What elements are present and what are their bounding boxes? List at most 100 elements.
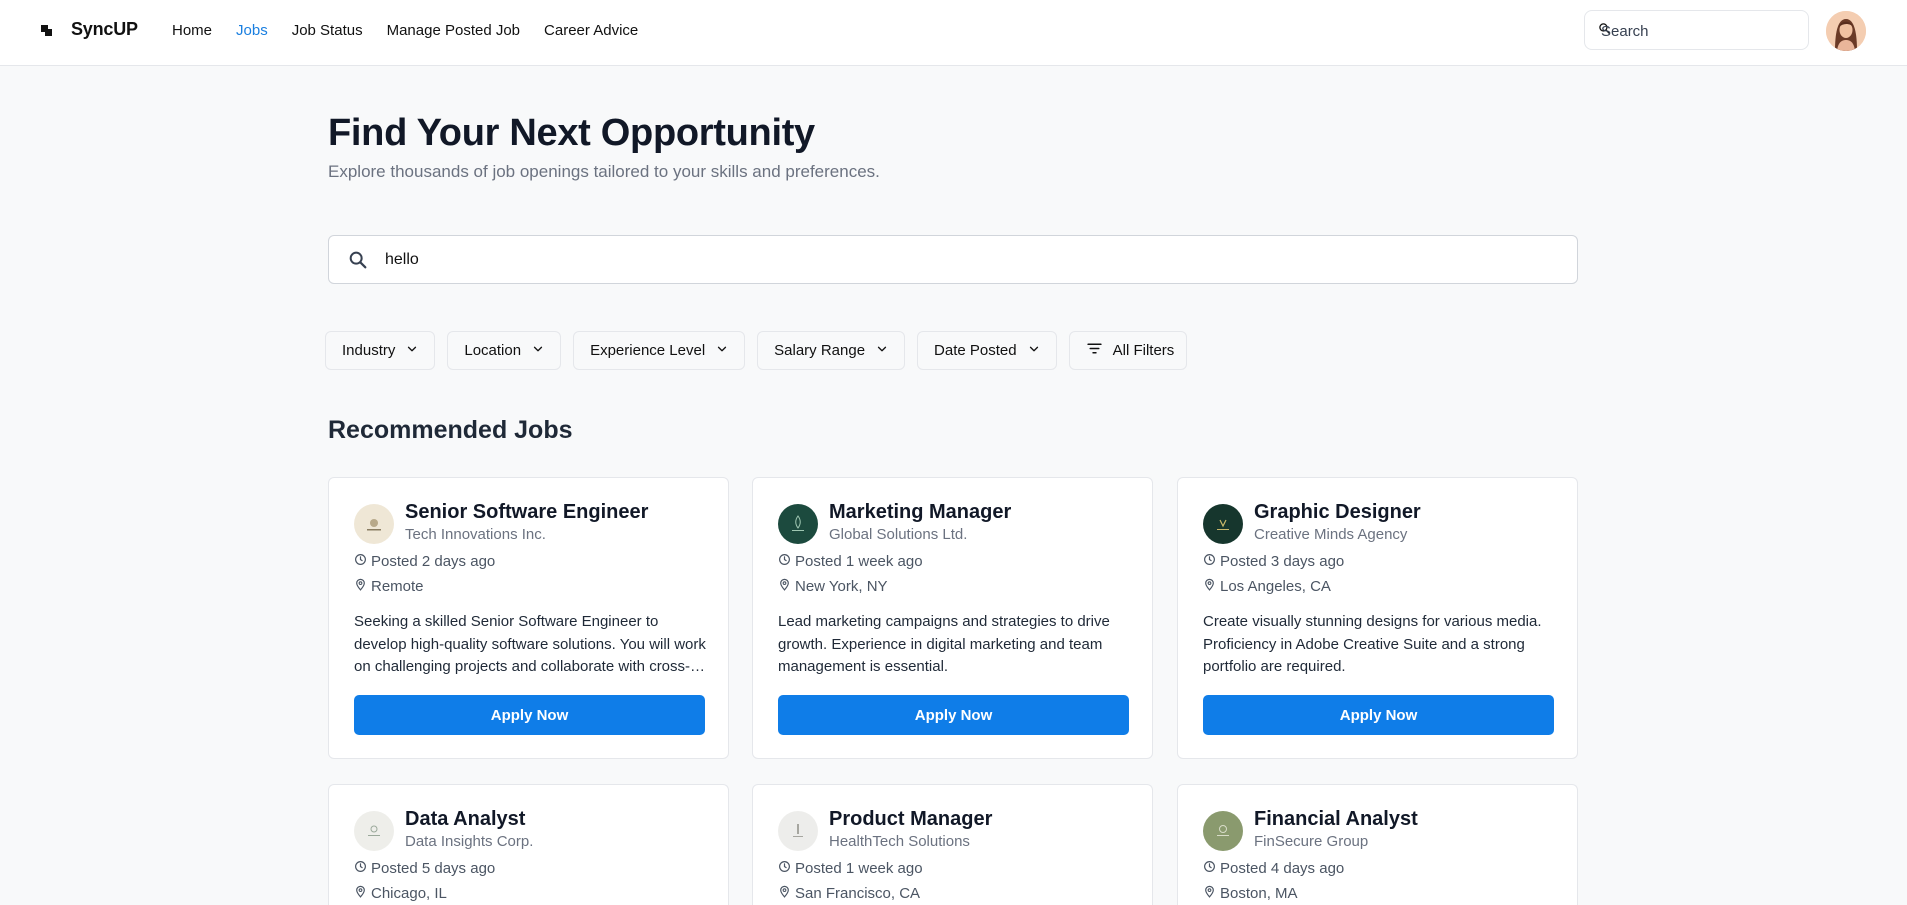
header-search bbox=[1584, 10, 1809, 50]
job-card: Product Manager HealthTech Solutions Pos… bbox=[752, 784, 1153, 905]
job-location: Boston, MA bbox=[1203, 885, 1298, 902]
company-name: Tech Innovations Inc. bbox=[405, 526, 546, 543]
job-posted-date: Posted 2 days ago bbox=[354, 553, 495, 570]
company-name: Global Solutions Ltd. bbox=[829, 526, 968, 543]
job-search-input[interactable] bbox=[385, 249, 1535, 271]
filter-label: Date Posted bbox=[934, 342, 1017, 359]
page-title: Find Your Next Opportunity bbox=[328, 112, 815, 154]
clock-icon bbox=[354, 860, 367, 877]
job-posted-date: Posted 1 week ago bbox=[778, 860, 923, 877]
clock-icon bbox=[1203, 860, 1216, 877]
company-logo bbox=[778, 504, 818, 544]
chevron-down-icon bbox=[405, 342, 419, 360]
map-pin-icon bbox=[778, 578, 791, 595]
clock-icon bbox=[778, 860, 791, 877]
clock-icon bbox=[778, 553, 791, 570]
search-icon bbox=[347, 249, 369, 276]
job-title[interactable]: Financial Analyst bbox=[1254, 808, 1418, 831]
filter-salary-range[interactable]: Salary Range bbox=[757, 331, 906, 370]
posted-text: Posted 4 days ago bbox=[1220, 860, 1345, 877]
job-card: Data Analyst Data Insights Corp. Posted … bbox=[328, 784, 729, 905]
chevron-down-icon bbox=[715, 342, 729, 360]
job-location: Los Angeles, CA bbox=[1203, 578, 1331, 595]
job-description: Seeking a skilled Senior Software Engine… bbox=[354, 613, 706, 675]
apply-now-button[interactable]: Apply Now bbox=[354, 695, 705, 735]
job-card: Marketing Manager Global Solutions Ltd. … bbox=[752, 477, 1153, 759]
nav-career-advice[interactable]: Career Advice bbox=[544, 22, 638, 40]
clock-icon bbox=[354, 553, 367, 570]
map-pin-icon bbox=[354, 578, 367, 595]
filter-bar: Industry Location Experience Level Salar… bbox=[325, 331, 1188, 370]
job-title[interactable]: Graphic Designer bbox=[1254, 501, 1421, 524]
company-logo bbox=[354, 811, 394, 851]
company-name: FinSecure Group bbox=[1254, 833, 1369, 850]
job-description: Create visually stunning designs for var… bbox=[1203, 613, 1542, 675]
location-text: Remote bbox=[371, 578, 424, 595]
posted-text: Posted 3 days ago bbox=[1220, 553, 1345, 570]
map-pin-icon bbox=[1203, 578, 1216, 595]
job-description: Lead marketing campaigns and strategies … bbox=[778, 613, 1110, 675]
location-text: San Francisco, CA bbox=[795, 885, 921, 902]
nav-home[interactable]: Home bbox=[172, 22, 212, 40]
map-pin-icon bbox=[354, 885, 367, 902]
job-title[interactable]: Product Manager bbox=[829, 808, 992, 831]
job-posted-date: Posted 5 days ago bbox=[354, 860, 495, 877]
section-title-recommended: Recommended Jobs bbox=[328, 416, 573, 444]
filter-location[interactable]: Location bbox=[447, 331, 562, 370]
map-pin-icon bbox=[1203, 885, 1216, 902]
top-navbar: SyncUP Home Jobs Job Status Manage Poste… bbox=[0, 0, 1907, 66]
apply-now-button[interactable]: Apply Now bbox=[778, 695, 1129, 735]
location-text: Chicago, IL bbox=[371, 885, 447, 902]
company-name: Creative Minds Agency bbox=[1254, 526, 1408, 543]
filter-label: Salary Range bbox=[774, 342, 866, 359]
filter-date-posted[interactable]: Date Posted bbox=[917, 331, 1057, 370]
posted-text: Posted 1 week ago bbox=[795, 860, 923, 877]
job-title[interactable]: Marketing Manager bbox=[829, 501, 1011, 524]
posted-text: Posted 2 days ago bbox=[371, 553, 496, 570]
chevron-down-icon bbox=[1027, 342, 1041, 360]
filter-experience-level[interactable]: Experience Level bbox=[573, 331, 746, 370]
posted-text: Posted 1 week ago bbox=[795, 553, 923, 570]
all-filters-button[interactable]: All Filters bbox=[1068, 331, 1188, 370]
filter-industry[interactable]: Industry bbox=[325, 331, 436, 370]
brand-logo[interactable]: SyncUP bbox=[39, 19, 138, 40]
filter-lines-icon bbox=[1086, 340, 1103, 361]
nav-jobs[interactable]: Jobs bbox=[236, 22, 268, 40]
job-location: Chicago, IL bbox=[354, 885, 447, 902]
brand-logo-icon bbox=[39, 22, 55, 38]
apply-now-button[interactable]: Apply Now bbox=[1203, 695, 1554, 735]
job-title[interactable]: Senior Software Engineer bbox=[405, 501, 648, 524]
company-logo bbox=[1203, 811, 1243, 851]
chevron-down-icon bbox=[875, 342, 889, 360]
chevron-down-icon bbox=[531, 342, 545, 360]
location-text: New York, NY bbox=[795, 578, 888, 595]
location-text: Los Angeles, CA bbox=[1220, 578, 1331, 595]
user-avatar[interactable] bbox=[1826, 11, 1866, 51]
nav-manage-posted-job[interactable]: Manage Posted Job bbox=[387, 22, 520, 40]
company-name: Data Insights Corp. bbox=[405, 833, 534, 850]
posted-text: Posted 5 days ago bbox=[371, 860, 496, 877]
job-location: San Francisco, CA bbox=[778, 885, 920, 902]
job-card: Financial Analyst FinSecure Group Posted… bbox=[1177, 784, 1578, 905]
job-location: New York, NY bbox=[778, 578, 888, 595]
map-pin-icon bbox=[778, 885, 791, 902]
page-subtitle: Explore thousands of job openings tailor… bbox=[328, 162, 880, 181]
location-text: Boston, MA bbox=[1220, 885, 1298, 902]
filter-label: Experience Level bbox=[590, 342, 706, 359]
job-posted-date: Posted 3 days ago bbox=[1203, 553, 1344, 570]
job-title[interactable]: Data Analyst bbox=[405, 808, 525, 831]
job-location: Remote bbox=[354, 578, 424, 595]
job-card: Senior Software Engineer Tech Innovation… bbox=[328, 477, 729, 759]
company-name: HealthTech Solutions bbox=[829, 833, 970, 850]
clock-icon bbox=[1203, 553, 1216, 570]
company-logo bbox=[778, 811, 818, 851]
filter-label: All Filters bbox=[1112, 342, 1175, 359]
job-posted-date: Posted 4 days ago bbox=[1203, 860, 1344, 877]
filter-label: Location bbox=[464, 342, 522, 359]
brand-name: SyncUP bbox=[71, 19, 138, 39]
nav-job-status[interactable]: Job Status bbox=[292, 22, 363, 40]
filter-label: Industry bbox=[342, 342, 396, 359]
job-card: Graphic Designer Creative Minds Agency P… bbox=[1177, 477, 1578, 759]
header-search-input[interactable] bbox=[1601, 20, 1801, 42]
main-nav: Home Jobs Job Status Manage Posted Job C… bbox=[172, 22, 662, 40]
